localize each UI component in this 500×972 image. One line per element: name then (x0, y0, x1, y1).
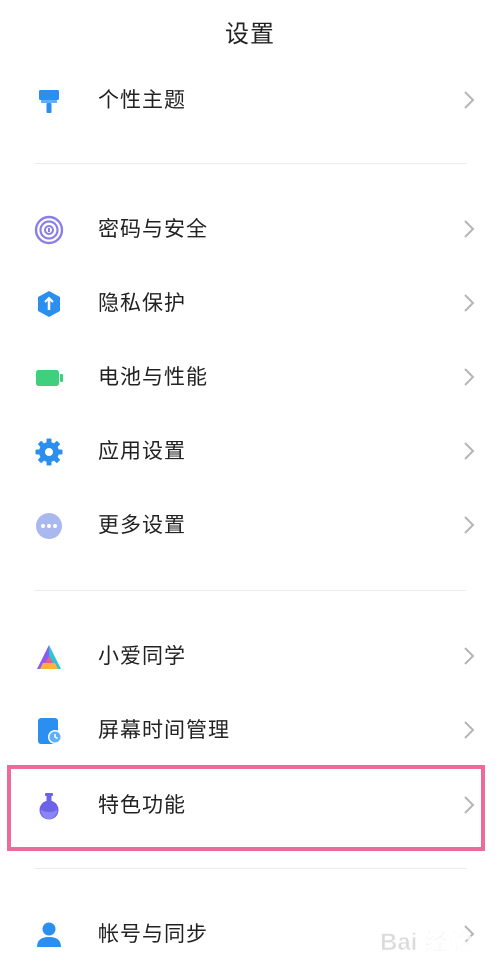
chevron-right-icon (464, 220, 475, 238)
page-title: 设置 (225, 20, 275, 48)
settings-item-label: 密码与安全 (98, 217, 208, 241)
settings-item-label: 隐私保护 (98, 291, 186, 315)
chevron-right-icon (464, 721, 475, 739)
chevron-right-icon (464, 647, 475, 665)
settings-item-xiaoai[interactable]: 小爱同学 (0, 628, 500, 684)
gear-icon (35, 438, 63, 466)
settings-item-password-security[interactable]: 密码与安全 (0, 201, 500, 257)
xiaoai-icon (37, 645, 61, 669)
settings-item-label: 更多设置 (98, 513, 186, 537)
account-icon (37, 922, 61, 947)
settings-item-label: 屏幕时间管理 (98, 718, 230, 742)
chevron-right-icon (464, 442, 475, 460)
settings-item-label: 电池与性能 (98, 365, 208, 389)
section-divider (34, 868, 466, 869)
chevron-right-icon (464, 516, 475, 534)
battery-icon (36, 370, 63, 386)
fingerprint-icon (34, 215, 64, 245)
screen-time-icon (38, 718, 62, 744)
settings-item-label: 个性主题 (98, 88, 186, 112)
settings-item-label: 应用设置 (98, 439, 186, 463)
settings-item-privacy[interactable]: 隐私保护 (0, 275, 500, 331)
svg-text:Bai 经验: Bai 经验 (380, 928, 472, 956)
settings-item-more[interactable]: 更多设置 (0, 497, 500, 553)
settings-item-theme[interactable]: 个性主题 (0, 72, 500, 128)
section-divider (34, 163, 466, 164)
baidu-jingyan-watermark: Bai 经验 (380, 928, 473, 957)
chevron-right-icon (464, 294, 475, 312)
settings-item-label: 小爱同学 (98, 644, 186, 668)
settings-item-battery[interactable]: 电池与性能 (0, 349, 500, 405)
settings-item-screen-time[interactable]: 屏幕时间管理 (0, 702, 500, 758)
highlight-box (7, 765, 485, 851)
paint-brush-icon (39, 90, 59, 113)
settings-item-label: 帐号与同步 (98, 922, 208, 946)
chevron-right-icon (464, 91, 475, 109)
chevron-right-icon (464, 368, 475, 386)
section-divider (34, 590, 466, 591)
more-dots-icon (36, 513, 62, 539)
settings-item-app-settings[interactable]: 应用设置 (0, 423, 500, 479)
privacy-shield-icon (38, 291, 60, 317)
